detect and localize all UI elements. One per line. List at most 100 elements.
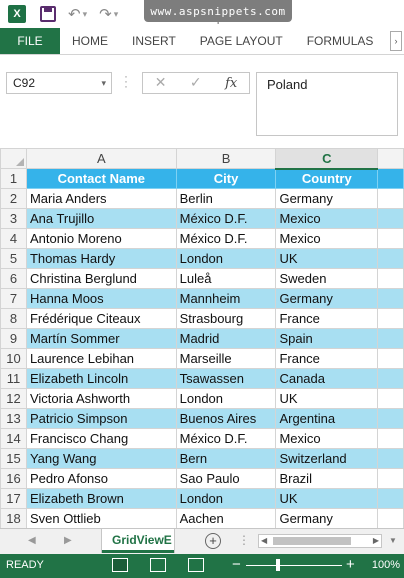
cell-contact-name[interactable]: Antonio Moreno: [25, 228, 177, 249]
zoom-level[interactable]: 100%: [356, 559, 400, 571]
cell-contact-name[interactable]: Laurence Lebihan: [25, 348, 177, 369]
tab-insert[interactable]: INSERT: [120, 28, 188, 54]
tab-split-grip-icon[interactable]: ⋮: [238, 533, 250, 547]
page-layout-view-icon[interactable]: [150, 558, 166, 572]
redo-icon[interactable]: ↷: [99, 5, 112, 23]
empty-cell[interactable]: [377, 188, 404, 209]
horizontal-scrollbar[interactable]: ◀ ▶: [258, 534, 382, 548]
empty-cell[interactable]: [377, 288, 404, 309]
empty-cell[interactable]: [377, 508, 404, 528]
row-header[interactable]: 16: [0, 468, 27, 489]
scrollbar-thumb[interactable]: [273, 537, 351, 545]
row-header[interactable]: 8: [0, 308, 27, 329]
cell-country[interactable]: Germany: [275, 508, 379, 528]
cell-contact-name[interactable]: Hanna Moos: [25, 288, 177, 309]
normal-view-icon[interactable]: [112, 558, 128, 572]
empty-cell[interactable]: [377, 428, 404, 449]
empty-cell[interactable]: [377, 368, 404, 389]
cell-country[interactable]: UK: [275, 388, 379, 409]
cell-contact-name[interactable]: Thomas Hardy: [25, 248, 177, 269]
cell-contact-name[interactable]: Maria Anders: [25, 188, 177, 209]
cell-contact-name[interactable]: Sven Ottlieb: [25, 508, 177, 528]
empty-cell[interactable]: [377, 168, 404, 189]
empty-cell[interactable]: [377, 248, 404, 269]
name-box-dropdown-icon[interactable]: ▾: [101, 78, 106, 89]
cell-country[interactable]: Canada: [275, 368, 379, 389]
row-header[interactable]: 14: [0, 428, 27, 449]
save-icon[interactable]: [40, 6, 56, 22]
cell-country[interactable]: UK: [275, 488, 379, 509]
cell-contact-name[interactable]: Patricio Simpson: [25, 408, 177, 429]
cell-city[interactable]: Luleå: [175, 268, 277, 289]
empty-cell[interactable]: [377, 448, 404, 469]
empty-cell[interactable]: [377, 308, 404, 329]
page-break-preview-icon[interactable]: [188, 558, 204, 572]
cell-city[interactable]: Mannheim: [175, 288, 277, 309]
tab-file[interactable]: FILE: [0, 28, 60, 54]
row-header[interactable]: 9: [0, 328, 27, 349]
empty-cell[interactable]: [377, 348, 404, 369]
cell-country[interactable]: Germany: [275, 188, 379, 209]
tab-formulas[interactable]: FORMULAS: [295, 28, 386, 54]
cell-country[interactable]: UK: [275, 248, 379, 269]
select-all-corner[interactable]: [0, 148, 27, 169]
cell-contact-name[interactable]: Christina Berglund: [25, 268, 177, 289]
header-cell-contact-name[interactable]: Contact Name: [25, 168, 177, 189]
next-sheet-icon[interactable]: ▶: [64, 535, 72, 546]
insert-function-icon[interactable]: fx: [225, 76, 237, 91]
cell-city[interactable]: Madrid: [175, 328, 277, 349]
cell-contact-name[interactable]: Francisco Chang: [25, 428, 177, 449]
empty-cell[interactable]: [377, 488, 404, 509]
row-header[interactable]: 11: [0, 368, 27, 389]
zoom-in-icon[interactable]: +: [346, 556, 355, 573]
empty-cell[interactable]: [377, 268, 404, 289]
row-header[interactable]: 5: [0, 248, 27, 269]
cell-city[interactable]: México D.F.: [175, 228, 277, 249]
row-header[interactable]: 13: [0, 408, 27, 429]
scroll-down-icon[interactable]: ▼: [386, 534, 400, 548]
cell-country[interactable]: Sweden: [275, 268, 379, 289]
cell-country[interactable]: France: [275, 348, 379, 369]
cell-city[interactable]: México D.F.: [175, 428, 277, 449]
cell-city[interactable]: London: [175, 488, 277, 509]
cell-contact-name[interactable]: Elizabeth Lincoln: [25, 368, 177, 389]
row-header[interactable]: 10: [0, 348, 27, 369]
cell-city[interactable]: Sao Paulo: [175, 468, 277, 489]
cell-city[interactable]: Aachen: [175, 508, 277, 528]
scroll-left-icon[interactable]: ◀: [261, 536, 267, 545]
empty-cell[interactable]: [377, 328, 404, 349]
row-header[interactable]: 7: [0, 288, 27, 309]
cancel-entry-icon[interactable]: ✕: [155, 75, 167, 91]
cell-country[interactable]: Spain: [275, 328, 379, 349]
row-header[interactable]: 18: [0, 508, 27, 528]
tab-home[interactable]: HOME: [60, 28, 120, 54]
cell-contact-name[interactable]: Pedro Afonso: [25, 468, 177, 489]
column-header-b[interactable]: B: [175, 148, 277, 169]
cell-city[interactable]: Strasbourg: [175, 308, 277, 329]
column-header-d[interactable]: [377, 148, 404, 169]
cell-country[interactable]: Mexico: [275, 208, 379, 229]
cell-contact-name[interactable]: Victoria Ashworth: [25, 388, 177, 409]
row-header[interactable]: 3: [0, 208, 27, 229]
cell-contact-name[interactable]: Yang Wang: [25, 448, 177, 469]
row-header[interactable]: 17: [0, 488, 27, 509]
row-header[interactable]: 15: [0, 448, 27, 469]
zoom-slider-thumb[interactable]: [276, 559, 280, 571]
empty-cell[interactable]: [377, 228, 404, 249]
cell-city[interactable]: London: [175, 388, 277, 409]
empty-cell[interactable]: [377, 408, 404, 429]
cell-contact-name[interactable]: Martín Sommer: [25, 328, 177, 349]
header-cell-city[interactable]: City: [175, 168, 277, 189]
empty-cell[interactable]: [377, 208, 404, 229]
ribbon-scroll-right-icon[interactable]: ›: [390, 31, 402, 51]
cell-city[interactable]: México D.F.: [175, 208, 277, 229]
name-box[interactable]: C92 ▾: [6, 72, 112, 94]
cell-city[interactable]: Buenos Aires: [175, 408, 277, 429]
row-header[interactable]: 4: [0, 228, 27, 249]
empty-cell[interactable]: [377, 388, 404, 409]
cell-contact-name[interactable]: Elizabeth Brown: [25, 488, 177, 509]
formula-input[interactable]: Poland: [256, 72, 398, 136]
scroll-right-icon[interactable]: ▶: [373, 536, 379, 545]
cell-city[interactable]: Tsawassen: [175, 368, 277, 389]
zoom-out-icon[interactable]: −: [232, 556, 241, 573]
